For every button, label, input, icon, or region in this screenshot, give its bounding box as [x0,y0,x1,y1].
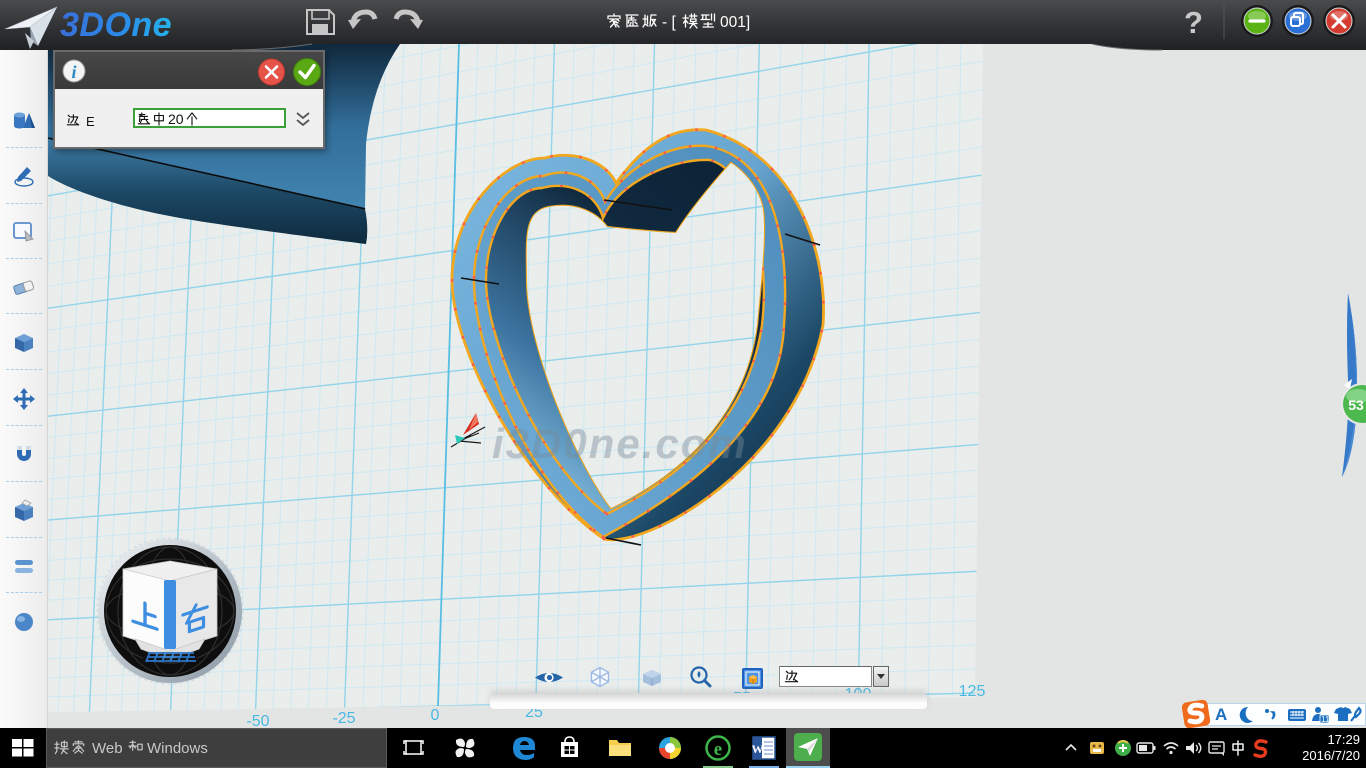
svg-text:e: e [714,739,722,760]
svg-text:001]: 001] [720,14,750,31]
svg-text:Windows: Windows [147,740,208,757]
svg-text:?: ? [1184,5,1203,40]
svg-text:11: 11 [1321,715,1330,724]
svg-text:- [: - [ [662,14,676,31]
svg-text:A: A [1215,705,1227,724]
svg-text:53: 53 [1348,397,1364,413]
svg-text:E: E [86,114,95,129]
svg-text:3DOne: 3DOne [60,6,172,44]
svg-text:W: W [752,742,764,756]
svg-text:Web: Web [92,740,123,757]
svg-text:20: 20 [168,111,184,127]
svg-text:i: i [71,62,76,82]
